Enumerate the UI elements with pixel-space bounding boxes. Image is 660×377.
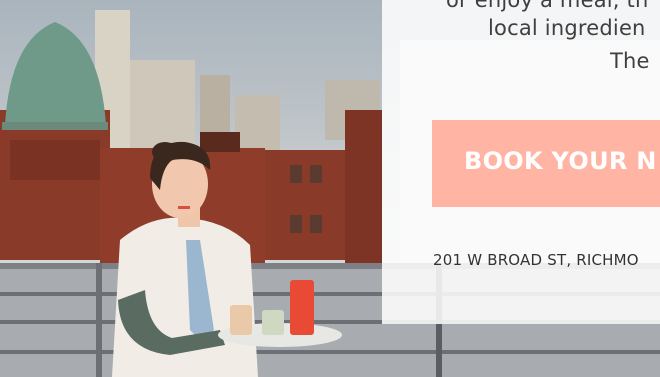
book-reservation-label: BOOK YOUR N xyxy=(464,147,657,175)
intro-text-line-3: The xyxy=(610,49,650,73)
intro-text-line-2: local ingredien xyxy=(488,16,646,40)
address-text: 201 W BROAD ST, RICHMO xyxy=(433,251,639,269)
intro-text-line-1: or enjoy a meal, th xyxy=(446,0,649,12)
book-reservation-button[interactable]: BOOK YOUR N xyxy=(432,120,660,207)
info-panel: or enjoy a meal, th local ingredien The … xyxy=(382,0,660,324)
